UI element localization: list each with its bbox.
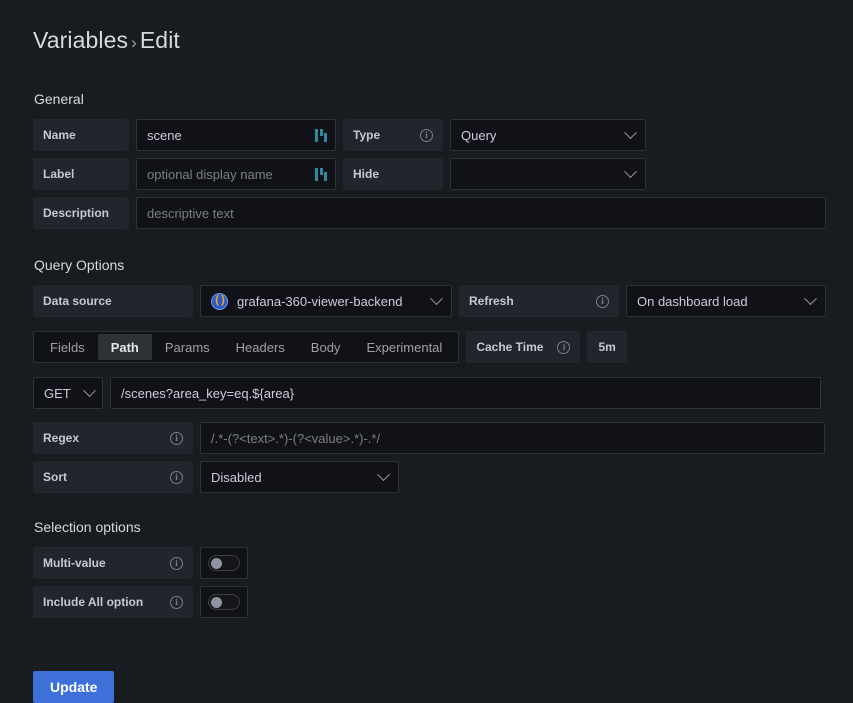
- query-tabs: Fields Path Params Headers Body Experime…: [33, 331, 460, 363]
- general-section: Name scene Type i Query Label optional d…: [33, 119, 853, 229]
- hide-select[interactable]: [450, 158, 646, 190]
- tab-fields[interactable]: Fields: [37, 334, 98, 360]
- query-tabs-bar: Fields Path Params Headers Body Experime…: [33, 331, 853, 363]
- description-input[interactable]: descriptive text: [136, 197, 826, 229]
- multi-value-toggle[interactable]: [200, 547, 248, 579]
- info-icon[interactable]: i: [170, 556, 183, 570]
- chevron-down-icon: [430, 291, 443, 305]
- info-icon[interactable]: i: [596, 294, 609, 308]
- row-sort: Sort i Disabled: [33, 461, 853, 493]
- chevron-down-icon: [624, 164, 637, 178]
- refresh-select[interactable]: On dashboard load: [626, 285, 826, 317]
- query-options-section: Data source () grafana-360-viewer-backen…: [33, 285, 853, 493]
- toggle-track: [208, 594, 240, 610]
- regex-input[interactable]: /.*-(?<text>.*)-(?<value>.*)-.*/: [200, 422, 825, 454]
- chevron-down-icon: [804, 291, 817, 305]
- general-section-title: General: [34, 91, 84, 107]
- label-field-label: Label: [33, 158, 129, 190]
- tab-body[interactable]: Body: [298, 334, 354, 360]
- breadcrumb-variables[interactable]: Variables: [33, 27, 128, 53]
- row-method-url: GET /scenes?area_key=eq.${area}: [33, 377, 853, 409]
- row-description: Description descriptive text: [33, 197, 853, 229]
- infinity-datasource-icon: (): [211, 292, 228, 310]
- info-icon[interactable]: i: [420, 128, 433, 142]
- info-icon[interactable]: i: [170, 431, 183, 445]
- sort-select[interactable]: Disabled: [200, 461, 399, 493]
- include-all-field-label: Include All option i: [33, 586, 193, 618]
- row-datasource-refresh: Data source () grafana-360-viewer-backen…: [33, 285, 853, 317]
- label-input[interactable]: optional display name: [136, 158, 336, 190]
- row-name-type: Name scene Type i Query: [33, 119, 853, 151]
- tab-params[interactable]: Params: [152, 334, 223, 360]
- tab-headers[interactable]: Headers: [223, 334, 298, 360]
- query-options-section-title: Query Options: [34, 257, 125, 273]
- variable-edit-page: Variables › Edit General Name scene Type i…: [0, 0, 853, 703]
- toggle-knob: [211, 596, 222, 608]
- include-all-toggle[interactable]: [200, 586, 248, 618]
- tab-path[interactable]: Path: [97, 334, 152, 360]
- info-icon[interactable]: i: [170, 470, 183, 484]
- cache-time-group: Cache Time i 5m: [466, 331, 627, 363]
- row-label-hide: Label optional display name Hide: [33, 158, 853, 190]
- page-title: Variables › Edit: [33, 26, 853, 57]
- selection-options-section-title: Selection options: [34, 519, 141, 535]
- refresh-field-label: Refresh i: [459, 285, 619, 317]
- hide-field-label: Hide: [343, 158, 443, 190]
- multi-value-field-label: Multi-value i: [33, 547, 193, 579]
- http-method-select[interactable]: GET: [33, 377, 103, 409]
- variable-glyph-icon: [315, 167, 327, 181]
- name-field-label: Name: [33, 119, 129, 151]
- chevron-down-icon: [377, 467, 390, 481]
- type-select[interactable]: Query: [450, 119, 646, 151]
- url-path-input[interactable]: /scenes?area_key=eq.${area}: [110, 377, 821, 409]
- row-include-all: Include All option i: [33, 586, 853, 618]
- cache-time-value[interactable]: 5m: [587, 331, 627, 363]
- info-icon[interactable]: i: [170, 595, 183, 609]
- data-source-field-label: Data source: [33, 285, 193, 317]
- sort-field-label: Sort i: [33, 461, 193, 493]
- regex-field-label: Regex i: [33, 422, 193, 454]
- variable-glyph-icon: [315, 128, 327, 142]
- breadcrumb-separator-icon: ›: [131, 33, 137, 52]
- chevron-down-icon: [83, 383, 96, 397]
- row-regex: Regex i /.*-(?<text>.*)-(?<value>.*)-.*/: [33, 422, 853, 454]
- info-icon[interactable]: i: [557, 340, 571, 354]
- update-button[interactable]: Update: [33, 671, 115, 703]
- selection-options-section: Multi-value i Include All option i: [33, 547, 853, 618]
- toggle-knob: [211, 557, 222, 569]
- name-input[interactable]: scene: [136, 119, 336, 151]
- type-field-label: Type i: [343, 119, 443, 151]
- data-source-select[interactable]: () grafana-360-viewer-backend: [200, 285, 452, 317]
- toggle-track: [208, 555, 240, 571]
- breadcrumb-edit: Edit: [139, 27, 180, 53]
- chevron-down-icon: [624, 125, 637, 139]
- cache-time-label: Cache Time i: [466, 331, 581, 363]
- description-field-label: Description: [33, 197, 129, 229]
- tab-experimental[interactable]: Experimental: [353, 334, 455, 360]
- row-multi-value: Multi-value i: [33, 547, 853, 579]
